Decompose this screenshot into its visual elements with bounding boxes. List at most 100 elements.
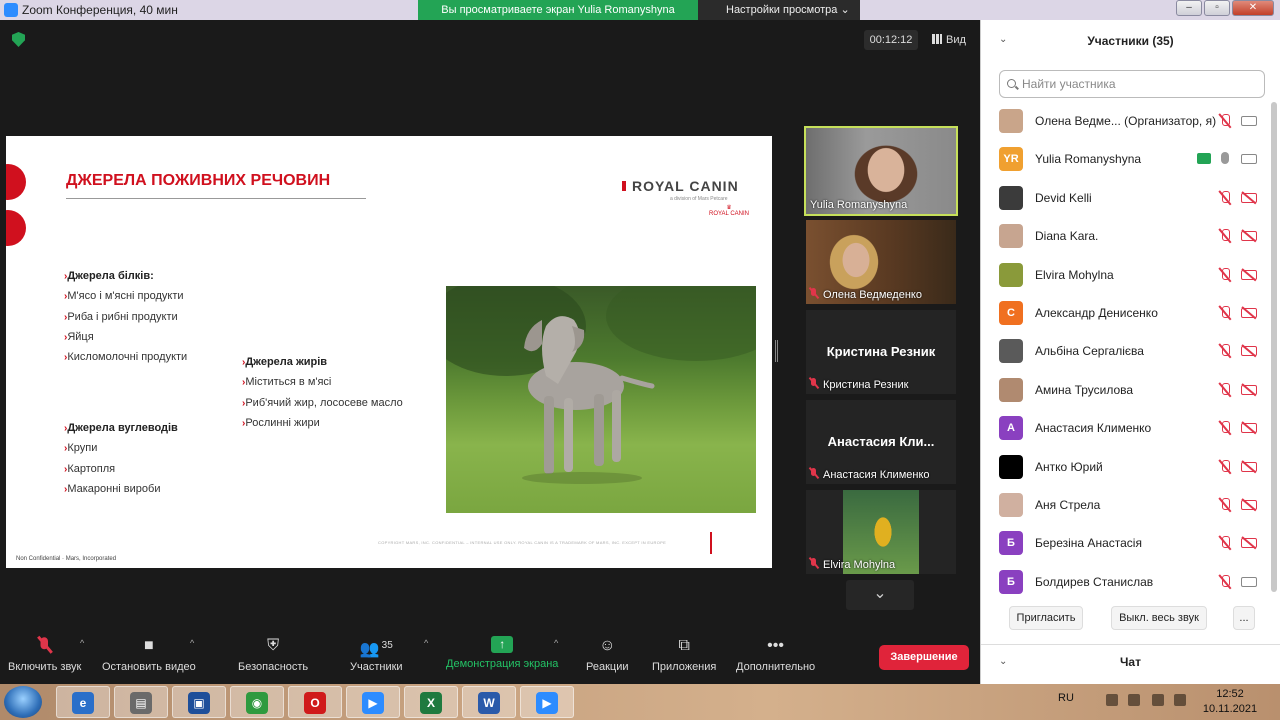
participant-row[interactable]: YR Yulia Romanyshyna [997,140,1263,178]
chat-section-title[interactable]: Чат [981,655,1280,669]
participant-row[interactable]: С Александр Денисенко [997,294,1263,332]
taskbar-app-button[interactable]: e [56,686,110,718]
mute-all-button[interactable]: Выкл. весь звук [1111,606,1207,630]
video-camera-icon[interactable] [1241,116,1257,126]
start-button[interactable] [4,686,42,718]
maximize-button[interactable]: ▫ [1204,0,1230,16]
participant-row[interactable]: Альбіна Сергалієва [997,332,1263,370]
flag-icon[interactable] [1106,694,1118,706]
apps-button[interactable]: ⧉ Приложения [652,636,716,673]
slide-copyright: COPYRIGHT MARS, INC. CONFIDENTIAL – INTE… [378,540,667,545]
avatar [999,454,1023,479]
signal-icon[interactable] [1174,694,1186,706]
invite-button[interactable]: Пригласить [1009,606,1083,630]
clock-date[interactable]: 10.11.2021 [1194,703,1266,715]
video-off-icon[interactable] [1241,423,1257,434]
taskbar-app-button[interactable]: X [404,686,458,718]
taskbar-app-button[interactable]: ▣ [172,686,226,718]
security-button[interactable]: ⛨ Безопасность [238,636,308,673]
audio-options-caret[interactable]: ^ [80,638,84,648]
share-options-caret[interactable]: ^ [554,638,558,648]
volume-icon[interactable] [1152,694,1164,706]
stop-video-button[interactable]: ■ Остановить видео [102,636,196,673]
share-screen-button[interactable]: ↑ Демонстрация экрана [446,636,558,670]
video-off-icon[interactable] [1241,538,1257,549]
clock-time[interactable]: 12:52 [1200,688,1260,700]
mic-muted-icon[interactable] [1219,344,1231,358]
video-off-icon[interactable] [1241,461,1257,472]
encryption-shield-icon[interactable] [12,32,25,47]
mic-muted-icon[interactable] [1219,536,1231,550]
video-off-icon[interactable] [1241,384,1257,395]
panel-more-button[interactable]: ... [1233,606,1255,630]
participant-list-scrollbar[interactable] [1271,102,1277,592]
meeting-area: 00:12:12 Вид ДЖЕРЕЛА ПОЖИВНИХ РЕЧОВИН RO… [0,20,980,684]
mic-muted-icon[interactable] [1219,114,1231,128]
video-off-icon[interactable] [1241,269,1257,280]
mic-muted-icon[interactable] [1219,190,1231,205]
taskbar-app-button[interactable]: O [288,686,342,718]
video-off-icon[interactable] [1241,231,1257,242]
minimize-button[interactable]: – [1176,0,1202,16]
taskbar-app-button[interactable]: ▤ [114,686,168,718]
participant-row[interactable]: Аня Стрела [997,486,1263,524]
mic-muted-icon[interactable] [1219,574,1231,589]
mic-muted-icon[interactable] [1219,498,1231,512]
participant-row[interactable]: Diana Kara. [997,217,1263,255]
video-off-icon[interactable] [1241,346,1257,357]
participant-row[interactable]: Б Болдирев Станислав [997,563,1263,601]
reactions-button[interactable]: ☺ Реакции [586,636,629,673]
video-off-icon[interactable] [1241,500,1257,510]
video-camera-icon[interactable] [1241,154,1257,165]
mic-muted-icon[interactable] [1219,382,1231,397]
participant-row[interactable]: А Анастасия Клименко [997,409,1263,447]
more-button[interactable]: ••• Дополнительно [736,636,815,673]
mic-icon[interactable] [1221,152,1229,165]
video-tile[interactable]: Олена Ведмеденко [806,220,956,304]
unmute-button[interactable]: Включить звук [8,636,81,673]
taskbar-app-button[interactable]: ◉ [230,686,284,718]
video-off-icon[interactable] [1241,192,1257,203]
participant-search-input[interactable]: Найти участника [999,70,1265,98]
list-item: Яйця [67,330,94,343]
language-indicator[interactable]: RU [1058,692,1074,704]
participant-name: Олена Ведмеденко [823,289,922,301]
video-options-caret[interactable]: ^ [190,638,194,648]
protein-heading: Джерела білків: [67,270,154,282]
network-icon[interactable] [1128,694,1140,706]
participants-count: 35 [381,640,393,651]
view-settings-button[interactable]: Настройки просмотра ⌄ [698,0,860,20]
mic-muted-icon[interactable] [1219,421,1231,435]
participants-options-caret[interactable]: ^ [424,638,428,648]
split-resize-handle[interactable] [775,340,778,362]
video-tile[interactable]: Кристина Резник Кристина Резник [806,310,956,394]
video-tile[interactable]: Анастасия Кли... Анастасия Клименко [806,400,956,484]
view-button[interactable]: Вид [932,30,966,50]
video-camera-icon[interactable] [1241,576,1257,587]
participant-row[interactable]: Б Березіна Анастасія [997,524,1263,562]
participant-row[interactable]: Амина Трусилова [997,371,1263,409]
mic-muted-icon[interactable] [1219,459,1231,474]
participant-row[interactable]: Антко Юрий [997,448,1263,486]
participant-row[interactable]: Elvira Mohylna [997,256,1263,294]
video-tile-active-speaker[interactable]: Yulia Romanyshyna [804,126,958,216]
smiley-icon: ☺ [599,637,616,654]
close-button[interactable]: ✕ [1232,0,1274,16]
video-tile[interactable]: Elvira Mohylna [806,490,956,574]
participant-row[interactable]: Олена Ведме... (Организатор, я) [997,102,1263,140]
mic-muted-icon[interactable] [1219,306,1231,320]
mic-muted-icon [810,468,818,479]
taskbar-app-button[interactable]: ▶ [520,686,574,718]
participants-button[interactable]: 👥 35 Участники [350,636,403,673]
sharing-icon [1197,153,1211,165]
taskbar-app-button[interactable]: W [462,686,516,718]
taskbar-app-button[interactable]: ▶ [346,686,400,718]
video-off-icon[interactable] [1241,308,1257,318]
mic-muted-icon[interactable] [1219,267,1231,282]
mic-muted-icon[interactable] [1219,229,1231,243]
list-item: Міститься в м'ясі [245,376,332,389]
video-strip-next-button[interactable]: ⌄ [846,580,914,610]
end-meeting-button[interactable]: Завершение [879,645,969,670]
participant-row[interactable]: Devid Kelli [997,179,1263,217]
avatar [999,262,1023,287]
